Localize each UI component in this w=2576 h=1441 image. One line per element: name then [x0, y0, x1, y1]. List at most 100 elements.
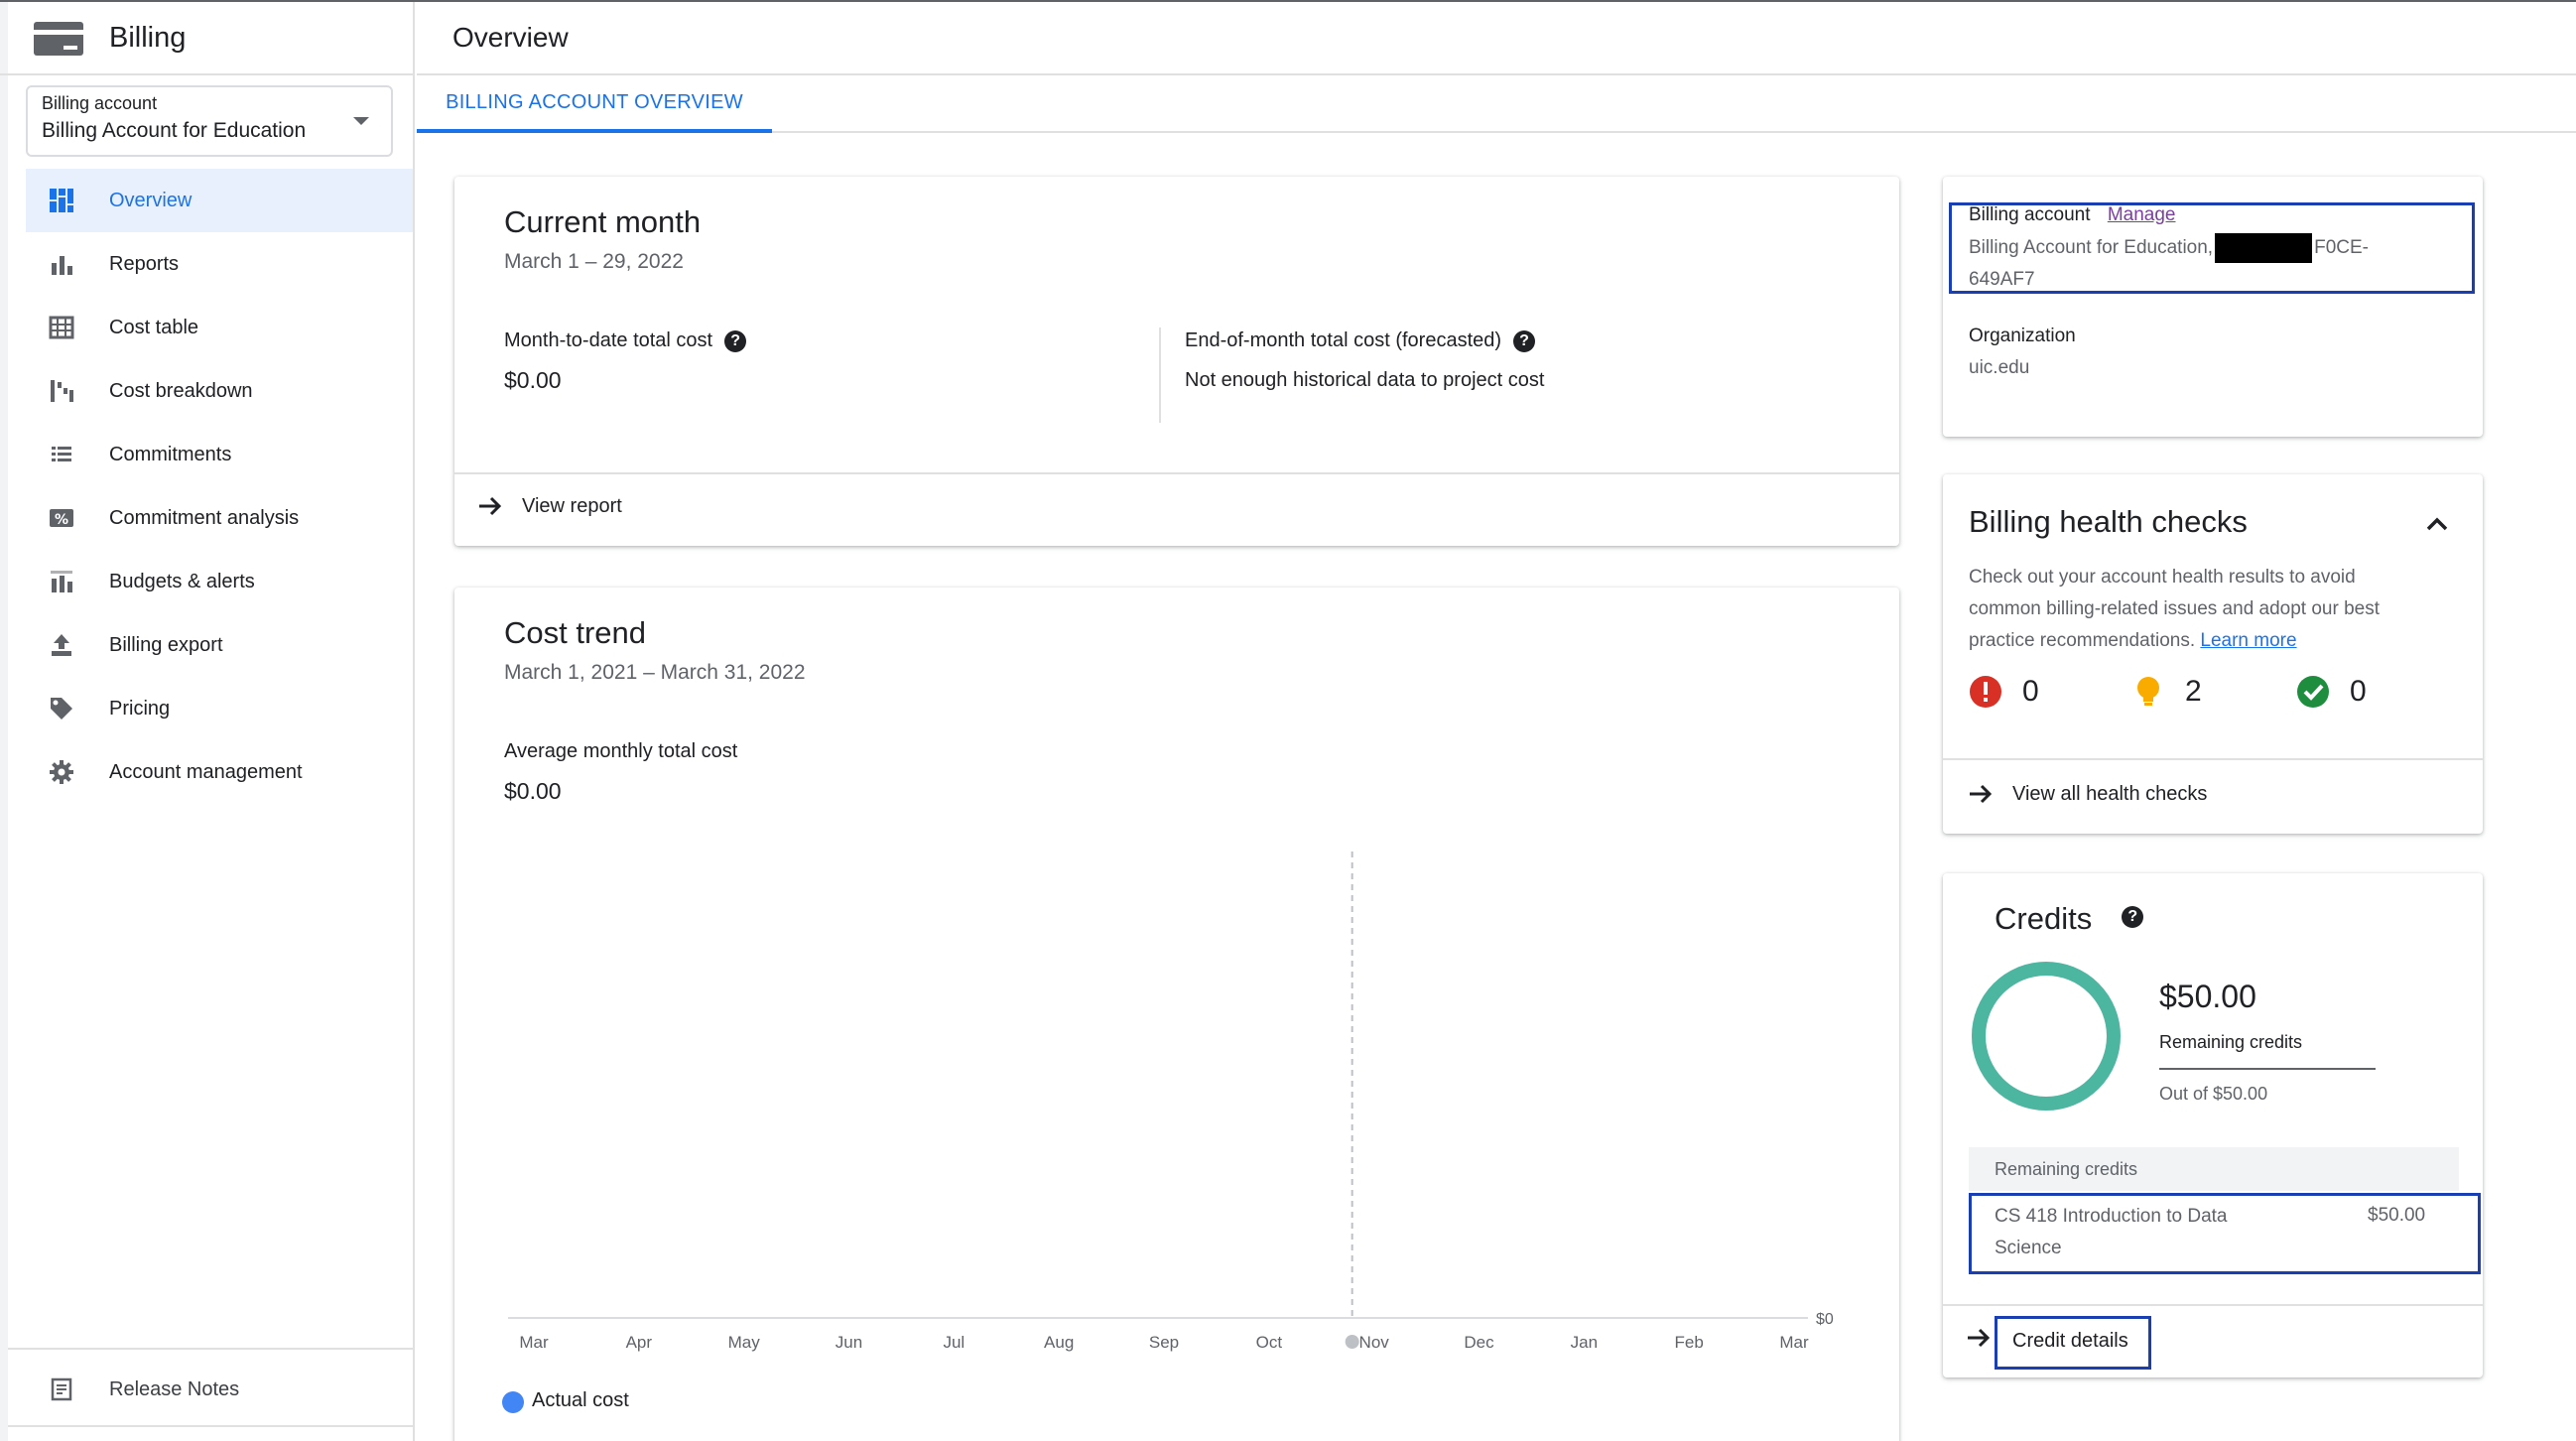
health-desc-line1: Check out your account health results to…	[1969, 567, 2356, 588]
percent-icon: %	[26, 505, 97, 531]
health-errors-value: 0	[2022, 675, 2039, 708]
sidebar-item-overview[interactable]: Overview	[26, 169, 413, 232]
view-report-label: View report	[522, 494, 622, 517]
health-checks-title: Billing health checks	[1969, 504, 2248, 539]
sidebar-item-billing-export[interactable]: Billing export	[26, 613, 413, 677]
eom-cost-label: End-of-month total cost (forecasted)?	[1185, 329, 1536, 352]
credits-table-header: Remaining credits	[1969, 1147, 2459, 1191]
x-tick-label: Jul	[943, 1333, 965, 1352]
sidebar-item-pricing[interactable]: Pricing	[26, 677, 413, 740]
dashboard-icon	[26, 188, 97, 213]
chevron-up-icon[interactable]	[2423, 510, 2451, 538]
lightbulb-icon	[2137, 677, 2159, 706]
credits-card: Credits? $50.00 Remaining credits Out of…	[1943, 873, 2483, 1377]
upload-icon	[26, 632, 97, 658]
budget-icon	[26, 569, 97, 594]
sidebar-item-label: Account management	[109, 760, 303, 783]
redacted-block	[2215, 232, 2313, 263]
table-icon	[26, 315, 97, 340]
sidebar-header: Billing	[0, 2, 413, 75]
credits-underline	[2159, 1068, 2376, 1070]
account-info-card: Billing account Manage Billing Account f…	[1943, 177, 2483, 437]
sidebar-item-label: Cost breakdown	[109, 379, 253, 402]
sidebar-item-label: Reports	[109, 252, 180, 275]
tab-billing-account-overview[interactable]: BILLING ACCOUNT OVERVIEW	[417, 75, 772, 133]
credits-out-of: Out of $50.00	[2159, 1084, 2268, 1104]
x-tick-label: Apr	[626, 1333, 653, 1352]
avg-cost-label: Average monthly total cost	[504, 740, 738, 762]
billing-account-select-value: Billing Account for Education	[42, 119, 307, 142]
metric-divider	[1159, 328, 1161, 423]
sidebar-item-cost-table[interactable]: Cost table	[26, 296, 413, 359]
view-all-health-checks-label: View all health checks	[2012, 782, 2208, 805]
health-desc-line2: common billing-related issues and adopt …	[1969, 598, 2381, 619]
help-icon[interactable]: ?	[1513, 329, 1536, 352]
sidebar-item-label: Budgets & alerts	[109, 570, 255, 592]
mtd-cost-label-text: Month-to-date total cost	[504, 329, 713, 351]
view-report-link[interactable]: View report	[476, 492, 622, 520]
sidebar-divider	[8, 1348, 413, 1350]
organization-value: uic.edu	[1969, 357, 2030, 378]
sidebar-item-account-management[interactable]: Account management	[26, 740, 413, 804]
sidebar-edge	[0, 2, 8, 1441]
mtd-cost-value: $0.00	[504, 367, 562, 393]
credit-details-link[interactable]: Credit details	[2012, 1330, 2128, 1353]
tab-bar: BILLING ACCOUNT OVERVIEW	[417, 75, 2576, 133]
svg-text:%: %	[55, 512, 68, 528]
health-passed-count[interactable]: 0	[2296, 675, 2367, 709]
sidebar-item-label: Pricing	[109, 697, 171, 720]
page-title: Overview	[452, 22, 569, 53]
sidebar-item-label: Commitment analysis	[109, 506, 300, 529]
release-notes-link[interactable]: Release Notes	[26, 1358, 413, 1421]
x-tick-label: Sep	[1149, 1333, 1179, 1352]
sidebar-item-reports[interactable]: Reports	[26, 232, 413, 296]
health-errors-count[interactable]: 0	[1969, 675, 2039, 709]
x-tick-label: Mar	[519, 1333, 549, 1352]
cost-trend-chart: $0 Mar Apr May Jun Jul Aug Sep Oct Nov Dec Jan Feb Ma…	[508, 852, 1834, 1352]
bar-chart-icon	[26, 251, 97, 277]
current-month-title: Current month	[504, 204, 702, 239]
sidebar-item-commitments[interactable]: Commitments	[26, 423, 413, 486]
help-icon[interactable]: ?	[2122, 905, 2144, 928]
sidebar-item-commitment-analysis[interactable]: % Commitment analysis	[26, 486, 413, 550]
sidebar-item-label: Overview	[109, 189, 193, 211]
eom-cost-label-text: End-of-month total cost (forecasted)	[1185, 329, 1502, 351]
chevron-down-icon[interactable]	[353, 117, 369, 125]
billing-account-name: Billing Account for Education, F0CE- 649A…	[1969, 232, 2445, 296]
health-warnings-count[interactable]: 2	[2131, 675, 2202, 709]
billing-account-select[interactable]: Billing account Billing Account for Educ…	[26, 85, 393, 157]
card-divider	[454, 472, 1899, 474]
help-icon[interactable]: ?	[724, 329, 747, 352]
x-tick-label: Nov	[1359, 1333, 1390, 1352]
billing-account-row: Billing account Manage	[1969, 204, 2175, 226]
sidebar-divider	[8, 1425, 413, 1427]
current-month-dates: March 1 – 29, 2022	[504, 250, 684, 273]
health-checks-description: Check out your account health results to…	[1969, 562, 2475, 657]
data-point-actual-cost	[1345, 1335, 1359, 1349]
credits-row-value: $50.00	[2368, 1205, 2426, 1226]
sidebar-item-cost-breakdown[interactable]: Cost breakdown	[26, 359, 413, 423]
list-icon	[26, 442, 97, 467]
sidebar-nav: Overview Reports Cost table Cost breakdo…	[26, 169, 413, 804]
health-checks-card: Billing health checks Check out your acc…	[1943, 474, 2483, 834]
credits-ring-remaining	[1972, 962, 2121, 1111]
health-passed-value: 0	[2350, 675, 2367, 708]
view-all-health-checks-link[interactable]: View all health checks	[1967, 780, 2207, 808]
arrow-right-icon	[479, 496, 502, 516]
learn-more-link[interactable]: Learn more	[2200, 630, 2296, 651]
billing-account-id-line2: 649AF7	[1969, 269, 2035, 290]
billing-account-name-text: Billing Account for Education,	[1969, 237, 2214, 258]
x-tick-label: Mar	[1779, 1333, 1809, 1352]
credits-title: Credits?	[1995, 901, 2144, 937]
sidebar: Billing Billing account Billing Account …	[0, 2, 415, 1441]
arrow-right-icon[interactable]	[1965, 1324, 1993, 1352]
billing-account-label: Billing account	[1969, 204, 2091, 225]
notes-icon	[26, 1376, 97, 1402]
sidebar-item-label: Billing export	[109, 633, 223, 656]
card-divider	[1943, 1304, 2483, 1306]
x-tick-label: Aug	[1044, 1333, 1074, 1352]
sidebar-item-budgets-alerts[interactable]: Budgets & alerts	[26, 550, 413, 613]
manage-link[interactable]: Manage	[2108, 204, 2176, 225]
credits-title-text: Credits	[1995, 901, 2093, 936]
sidebar-title: Billing	[109, 22, 187, 54]
